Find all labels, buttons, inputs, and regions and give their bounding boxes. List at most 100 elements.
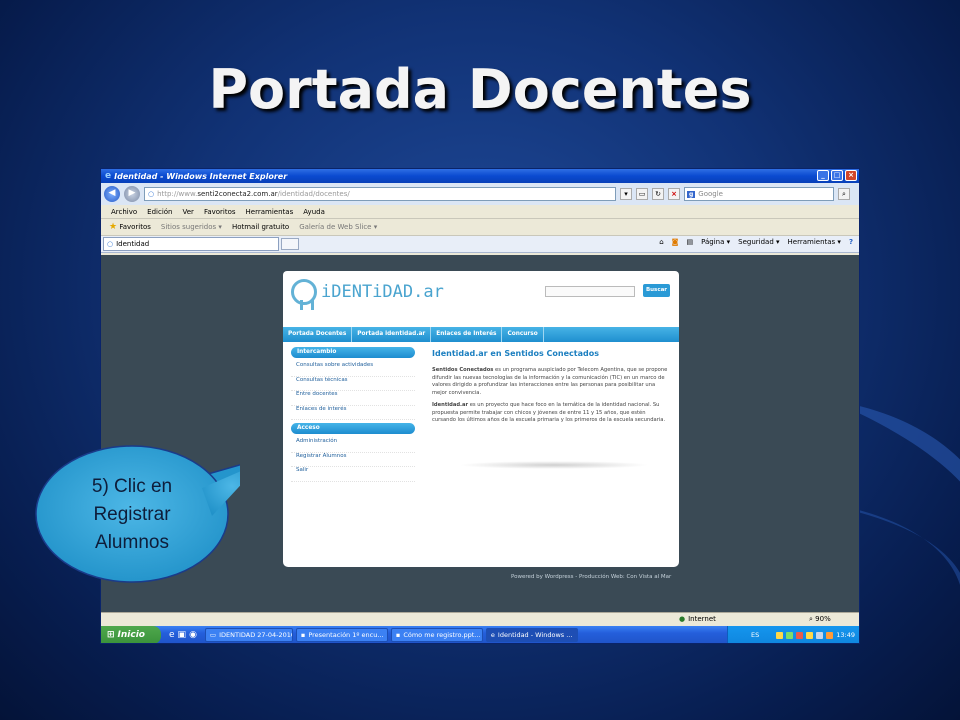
tray-icon[interactable] bbox=[776, 631, 784, 639]
menu-ver[interactable]: Ver bbox=[183, 208, 194, 216]
nav-concurso[interactable]: Concurso bbox=[502, 327, 544, 342]
ie-logo-icon: e bbox=[105, 171, 112, 181]
task-label: Presentación 1º encu... bbox=[308, 631, 384, 639]
sidebar: Intercambio Consultas sobre actividades … bbox=[291, 347, 415, 482]
favorites-label: Favoritos bbox=[119, 223, 151, 231]
site-header: iDENTiDAD.ar Buscar bbox=[283, 271, 679, 327]
sidebar-link-consultas-tecnicas[interactable]: Consultas técnicas bbox=[291, 377, 415, 391]
menu-ayuda[interactable]: Ayuda bbox=[303, 208, 325, 216]
powerpoint-icon: ▪ bbox=[395, 631, 401, 639]
ie-quicklaunch-icon[interactable]: e bbox=[169, 630, 175, 640]
stop-button[interactable]: × bbox=[668, 188, 680, 200]
fav-item-web-slice[interactable]: Galería de Web Slice ▾ bbox=[299, 223, 377, 231]
sidebar-section-intercambio: Intercambio bbox=[291, 347, 415, 358]
task-presentacion[interactable]: ▪ Presentación 1º encu... bbox=[295, 628, 388, 642]
site-search-button[interactable]: Buscar bbox=[643, 284, 670, 297]
sidebar-link-salir[interactable]: Salir bbox=[291, 467, 415, 482]
rss-icon[interactable]: ◙ bbox=[672, 238, 679, 246]
maximize-button[interactable]: □ bbox=[831, 170, 843, 181]
menu-herramientas[interactable]: Herramientas bbox=[246, 208, 294, 216]
url-prefix: http://www. bbox=[157, 190, 198, 198]
article-title: Identidad.ar en Sentidos Conectados bbox=[432, 349, 599, 358]
site-logo[interactable]: iDENTiDAD.ar bbox=[291, 279, 444, 310]
logo-text: iDENTiDAD.ar bbox=[321, 282, 444, 302]
folder-icon: ▭ bbox=[209, 631, 217, 639]
search-placeholder: Google bbox=[698, 190, 723, 198]
magnifier-icon: ⌕ bbox=[809, 615, 813, 623]
site-footer: Powered by Wordpress - Producción Web: C… bbox=[511, 574, 672, 580]
task-identidad-folder[interactable]: ▭ IDENTIDAD 27-04-2010 bbox=[204, 628, 293, 642]
tab-bar: ○ Identidad ⌂ ◙ ▤ Página ▾ Seguridad ▾ H… bbox=[101, 236, 859, 253]
callout-line-2: Registrar bbox=[93, 504, 171, 525]
task-label: Identidad - Windows ... bbox=[497, 631, 573, 639]
article-paragraph-2: Identidad.ar es un proyecto que hace foc… bbox=[432, 402, 668, 425]
window-titlebar[interactable]: e Identidad - Windows Internet Explorer … bbox=[101, 169, 859, 183]
tray-icon[interactable] bbox=[786, 631, 794, 639]
sidebar-link-enlaces[interactable]: Enlaces de interés bbox=[291, 406, 415, 420]
fav-item-hotmail[interactable]: Hotmail gratuito bbox=[232, 223, 289, 231]
task-como-me-registro[interactable]: ▪ Cómo me registro.ppt... bbox=[390, 628, 483, 642]
help-icon[interactable]: ? bbox=[849, 238, 853, 246]
site-content-panel: Intercambio Consultas sobre actividades … bbox=[283, 337, 679, 567]
menu-edicion[interactable]: Edición bbox=[147, 208, 172, 216]
menu-favoritos[interactable]: Favoritos bbox=[204, 208, 236, 216]
tray-icon[interactable] bbox=[796, 631, 804, 639]
forward-button[interactable]: ▶ bbox=[124, 186, 140, 202]
tray-icon[interactable] bbox=[806, 631, 814, 639]
firefox-quicklaunch-icon[interactable]: ◉ bbox=[189, 630, 197, 640]
language-indicator[interactable]: ES bbox=[751, 631, 759, 639]
search-button[interactable]: ⌕ bbox=[838, 188, 850, 200]
cmd-pagina[interactable]: Página ▾ bbox=[701, 238, 730, 246]
task-identidad-ie[interactable]: e Identidad - Windows ... bbox=[485, 628, 578, 642]
google-icon: g bbox=[687, 190, 696, 198]
zone-label: Internet bbox=[688, 615, 716, 623]
ie-icon: e bbox=[490, 631, 495, 639]
nav-portada-docentes[interactable]: Portada Docentes bbox=[283, 327, 353, 342]
sidebar-link-entre-docentes[interactable]: Entre docentes bbox=[291, 391, 415, 406]
compatibility-view-button[interactable]: ▭ bbox=[636, 188, 648, 200]
new-tab-button[interactable] bbox=[281, 238, 299, 250]
tray-icon[interactable] bbox=[816, 631, 824, 639]
home-icon[interactable]: ⌂ bbox=[659, 238, 663, 246]
page-icon: ○ bbox=[107, 240, 114, 248]
start-label: Inicio bbox=[117, 630, 145, 640]
url-dropdown-button[interactable]: ▾ bbox=[620, 188, 632, 200]
system-tray: ES 13:49 bbox=[727, 626, 859, 643]
url-host: senti2conecta2.com.ar bbox=[197, 190, 278, 198]
menu-archivo[interactable]: Archivo bbox=[111, 208, 137, 216]
sidebar-link-registrar-alumnos[interactable]: Registrar Alumnos bbox=[291, 453, 415, 467]
task-label: Cómo me registro.ppt... bbox=[403, 631, 481, 639]
address-bar: ◀ ▶ ○ http://www. senti2conecta2.com.ar/i… bbox=[101, 183, 859, 205]
tray-icon[interactable] bbox=[826, 631, 834, 639]
site-search-input[interactable] bbox=[545, 286, 635, 297]
fav-item-suggested-sites[interactable]: Sitios sugeridos ▾ bbox=[161, 223, 222, 231]
page-icon: ○ bbox=[148, 190, 155, 198]
print-icon[interactable]: ▤ bbox=[686, 238, 693, 246]
close-button[interactable]: × bbox=[845, 170, 857, 181]
desktop-quicklaunch-icon[interactable]: ▣ bbox=[178, 630, 187, 640]
decorative-shadow bbox=[459, 461, 649, 469]
back-button[interactable]: ◀ bbox=[104, 186, 120, 202]
zoom-level[interactable]: ⌕ 90% bbox=[809, 615, 831, 624]
cmd-herramientas[interactable]: Herramientas ▾ bbox=[788, 238, 841, 246]
url-input[interactable]: ○ http://www. senti2conecta2.com.ar/ident… bbox=[144, 187, 616, 201]
tab-identidad[interactable]: ○ Identidad bbox=[103, 237, 279, 251]
clock: 13:49 bbox=[836, 631, 855, 639]
minimize-button[interactable]: _ bbox=[817, 170, 829, 181]
search-input[interactable]: g Google bbox=[684, 187, 834, 201]
refresh-button[interactable]: ↻ bbox=[652, 188, 664, 200]
menu-bar: Archivo Edición Ver Favoritos Herramient… bbox=[101, 205, 859, 219]
favorites-button[interactable]: ★ Favoritos bbox=[109, 222, 151, 232]
sidebar-link-consultas-actividades[interactable]: Consultas sobre actividades bbox=[291, 362, 415, 377]
cmd-seguridad[interactable]: Seguridad ▾ bbox=[738, 238, 779, 246]
favorites-bar: ★ Favoritos Sitios sugeridos ▾ Hotmail g… bbox=[101, 219, 859, 236]
sidebar-link-administracion[interactable]: Administración bbox=[291, 438, 415, 453]
windows-flag-icon: ⊞ bbox=[107, 630, 115, 640]
start-button[interactable]: ⊞ Inicio bbox=[101, 626, 161, 643]
status-bar: ● Internet ⌕ 90% bbox=[101, 612, 859, 626]
article-p2-lead: Identidad.ar bbox=[432, 402, 469, 408]
nav-portada-identidad[interactable]: Portada identidad.ar bbox=[352, 327, 432, 342]
ribbon-badge-icon bbox=[291, 279, 317, 310]
security-zone[interactable]: ● Internet bbox=[679, 615, 716, 623]
nav-enlaces[interactable]: Enlaces de Interés bbox=[431, 327, 503, 342]
